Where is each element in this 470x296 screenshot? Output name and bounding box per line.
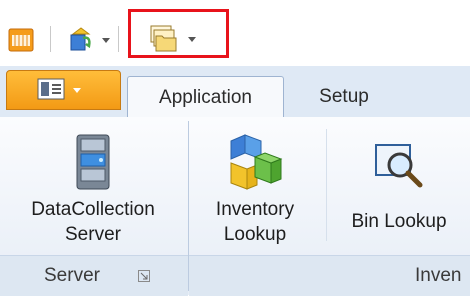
toolbar-button[interactable]	[8, 28, 34, 52]
group-inventory-footer: Inven	[189, 255, 470, 296]
quick-access-toolbar	[0, 0, 470, 66]
inventory-cubes-icon	[230, 134, 283, 190]
inventory-lookup-button[interactable]: Inventory Lookup	[196, 117, 314, 255]
paint-refresh-icon	[70, 27, 91, 51]
datacollection-server-label-1: DataCollection	[31, 199, 155, 220]
tab-setup-label: Setup	[319, 85, 369, 107]
button-separator	[326, 129, 327, 241]
group-server-label: Server	[44, 265, 100, 286]
group-inventory-label: Inven	[415, 265, 462, 286]
chevron-down-icon	[102, 37, 110, 43]
ribbon-tab-strip: Application Setup	[0, 66, 470, 118]
ribbon-panel: DataCollection Server Server Inventory L…	[0, 117, 470, 296]
dialog-launcher-icon[interactable]	[137, 270, 150, 282]
group-server-footer: Server	[0, 255, 188, 296]
toolbar-icon	[8, 28, 34, 52]
paint-refresh-button[interactable]	[67, 26, 110, 54]
magnifier-icon	[375, 144, 423, 188]
server-icon	[76, 134, 110, 190]
inventory-lookup-label-1: Inventory	[215, 199, 295, 220]
datacollection-server-button[interactable]: DataCollection Server	[18, 117, 168, 255]
tab-setup[interactable]: Setup	[292, 76, 396, 117]
inventory-lookup-label-2: Lookup	[223, 224, 287, 245]
qat-separator	[118, 26, 119, 52]
highlight-box	[128, 9, 229, 58]
chevron-down-icon	[73, 88, 81, 93]
tab-application-label: Application	[159, 86, 252, 108]
window-layout-icon	[37, 78, 65, 100]
application-menu-button[interactable]	[6, 70, 121, 110]
tab-application[interactable]: Application	[127, 76, 284, 118]
qat-separator	[50, 26, 51, 52]
bin-lookup-button[interactable]: Bin Lookup	[334, 117, 464, 255]
datacollection-server-label-2: Server	[65, 224, 121, 245]
bin-lookup-label: Bin Lookup	[351, 211, 447, 232]
